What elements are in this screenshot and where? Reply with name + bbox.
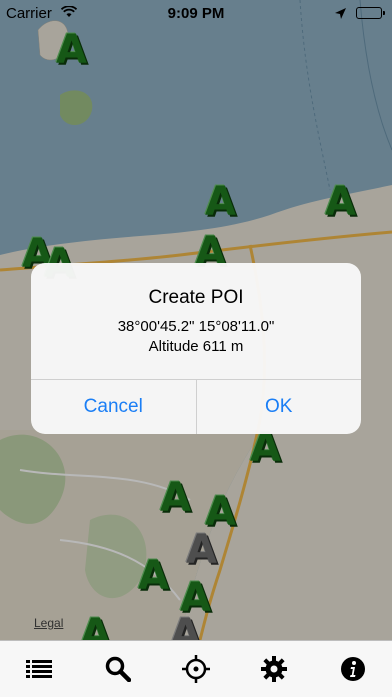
settings-button[interactable] <box>254 649 294 689</box>
create-poi-dialog: Create POI 38°00'45.2" 15°08'11.0" Altit… <box>31 263 361 434</box>
list-button[interactable] <box>19 649 59 689</box>
status-bar: Carrier 9:09 PM <box>0 0 392 28</box>
list-icon <box>26 660 53 678</box>
info-button[interactable] <box>333 649 373 689</box>
crosshair-icon <box>181 655 210 683</box>
cancel-button[interactable]: Cancel <box>31 380 197 434</box>
gear-icon <box>261 656 288 682</box>
dialog-message: 38°00'45.2" 15°08'11.0" Altitude 611 m <box>31 317 361 357</box>
dialog-title: Create POI <box>148 287 244 308</box>
battery-icon <box>356 7 385 19</box>
location-arrow-icon <box>335 6 346 23</box>
clock: 9:09 PM <box>167 5 225 22</box>
bottom-toolbar <box>0 640 392 697</box>
locate-button[interactable] <box>176 649 216 689</box>
ok-button[interactable]: OK <box>197 380 362 434</box>
poi-coordinates: 38°00'45.2" 15°08'11.0" <box>117 318 275 335</box>
poi-altitude: Altitude 611 m <box>148 338 244 355</box>
search-button[interactable] <box>98 649 138 689</box>
info-icon <box>340 657 365 681</box>
dialog-buttons: Cancel OK <box>31 379 361 434</box>
search-icon <box>105 656 131 682</box>
